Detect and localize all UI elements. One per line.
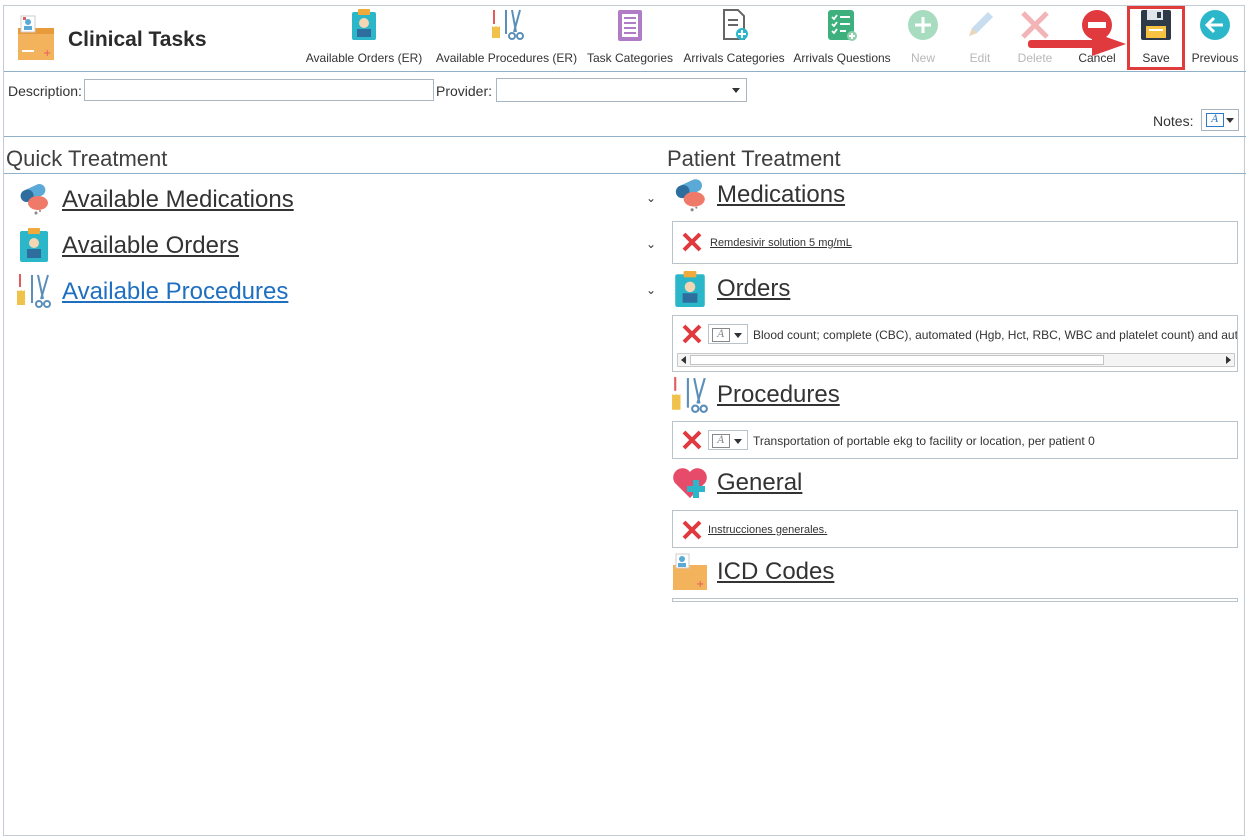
- scroll-right-icon[interactable]: [1226, 356, 1231, 364]
- procedure-entry: A Transportation of portable ekg to faci…: [672, 421, 1238, 459]
- clipboard-doctor-icon: [20, 228, 48, 262]
- clinical-folder-icon: +: [18, 15, 54, 60]
- chevron-down-icon: [732, 88, 740, 93]
- pills-icon: [20, 184, 48, 215]
- order-notes-dropdown[interactable]: A: [708, 324, 748, 344]
- order-entry-text: Blood count; complete (CBC), automated (…: [753, 328, 1238, 342]
- task-categories-button[interactable]: Task Categories: [584, 8, 676, 70]
- general-entry: Instrucciones generales.: [672, 510, 1238, 548]
- horizontal-scrollbar[interactable]: [677, 353, 1235, 367]
- add-document-icon: [723, 9, 748, 40]
- main-window: + Clinical Tasks Available Orders (ER) A…: [3, 5, 1246, 836]
- checklist-icon: [618, 10, 642, 41]
- task-list-icon: [828, 10, 857, 41]
- divider: [4, 173, 1246, 174]
- red-arrow-icon: [1028, 32, 1126, 56]
- order-entry: A Blood count; complete (CBC), automated…: [672, 315, 1238, 372]
- new-button[interactable]: New: [901, 8, 945, 70]
- previous-button[interactable]: Previous: [1188, 8, 1242, 70]
- heart-plus-icon: [673, 468, 707, 498]
- surgical-tools-icon: [672, 377, 708, 413]
- notes-label: Notes:: [1153, 113, 1194, 129]
- clinical-folder-icon: +: [673, 553, 707, 590]
- provider-select[interactable]: [496, 78, 747, 102]
- chevron-down-icon[interactable]: ⌄: [646, 237, 656, 251]
- clipboard-doctor-icon: [352, 9, 376, 40]
- surgical-tools-icon: [491, 9, 524, 40]
- patient-treatment-title: Patient Treatment: [667, 146, 841, 171]
- edit-button[interactable]: Edit: [958, 8, 1002, 70]
- chevron-down-icon[interactable]: ⌄: [646, 191, 656, 205]
- remove-x-icon[interactable]: [681, 519, 703, 541]
- save-highlight-box: [1127, 6, 1185, 70]
- filter-bar: Description: Provider: Notes: A: [4, 73, 1246, 137]
- description-input[interactable]: [84, 79, 434, 101]
- procedure-notes-dropdown[interactable]: A: [708, 430, 748, 450]
- chevron-down-icon: [734, 333, 742, 338]
- medication-entry-text[interactable]: Remdesivir solution 5 mg/mL: [710, 237, 852, 249]
- remove-x-icon[interactable]: [681, 231, 703, 253]
- procedure-entry-text: Transportation of portable ekg to facili…: [753, 434, 1095, 448]
- arrow-left-circle-icon: [1200, 10, 1230, 40]
- description-label: Description:: [8, 83, 82, 99]
- arrivals-categories-button[interactable]: Arrivals Categories: [680, 8, 788, 70]
- pills-icon: [675, 179, 705, 212]
- app-title: Clinical Tasks: [68, 28, 207, 51]
- chevron-down-icon[interactable]: ⌄: [646, 283, 656, 297]
- general-entry-text[interactable]: Instrucciones generales.: [708, 524, 827, 536]
- available-orders-button[interactable]: Available Orders (ER): [304, 8, 424, 70]
- icd-codes-list: [672, 598, 1238, 602]
- pencil-icon: [969, 12, 993, 36]
- remove-x-icon[interactable]: [681, 323, 703, 345]
- surgical-tools-icon: [17, 274, 51, 308]
- text-format-icon: A: [712, 434, 730, 448]
- remove-x-icon[interactable]: [681, 429, 703, 451]
- svg-text:+: +: [43, 48, 51, 59]
- text-format-icon: A: [712, 328, 730, 342]
- text-format-icon: A: [1206, 113, 1224, 127]
- available-procedures-button[interactable]: Available Procedures (ER): [434, 8, 579, 70]
- provider-label: Provider:: [436, 83, 493, 99]
- chevron-down-icon: [1226, 118, 1234, 123]
- toolbar: + Clinical Tasks Available Orders (ER) A…: [4, 6, 1246, 72]
- medication-entry: Remdesivir solution 5 mg/mL: [672, 221, 1238, 264]
- plus-circle-icon: [908, 10, 938, 40]
- svg-text:+: +: [696, 579, 704, 590]
- scroll-left-icon[interactable]: [681, 356, 686, 364]
- scrollbar-thumb[interactable]: [690, 355, 1104, 365]
- notes-format-dropdown[interactable]: A: [1201, 109, 1239, 131]
- arrivals-questions-button[interactable]: Arrivals Questions: [792, 8, 892, 70]
- quick-treatment-title: Quick Treatment: [6, 146, 168, 171]
- clipboard-doctor-icon: [675, 271, 705, 307]
- chevron-down-icon: [734, 439, 742, 444]
